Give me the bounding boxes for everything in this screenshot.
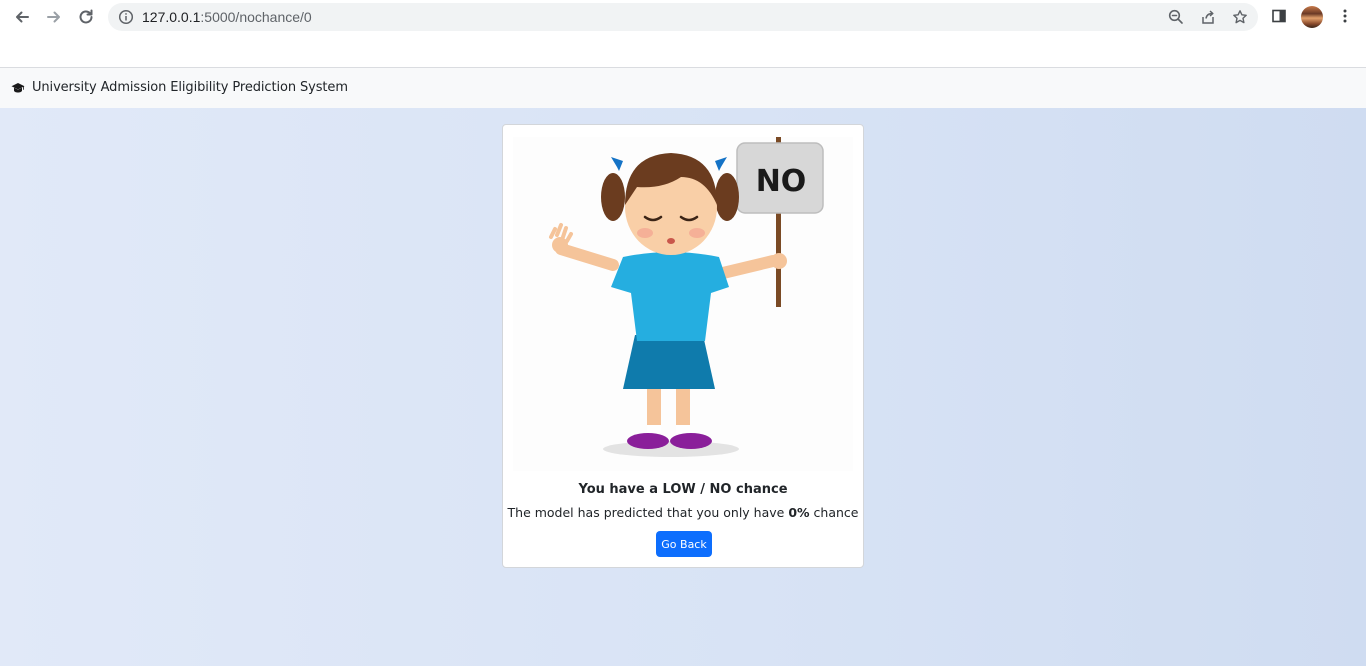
result-description: The model has predicted that you only ha… xyxy=(503,505,863,520)
url-path: :5000/nochance/0 xyxy=(200,9,312,25)
navbar-brand[interactable]: University Admission Eligibility Predict… xyxy=(32,80,348,95)
app-navbar: University Admission Eligibility Predict… xyxy=(0,68,1366,108)
result-text-after: chance xyxy=(809,505,859,520)
sad-girl-no-sign-illustration: NO xyxy=(513,137,853,471)
graduation-cap-icon xyxy=(11,81,25,95)
profile-avatar[interactable] xyxy=(1301,6,1323,28)
back-icon[interactable] xyxy=(10,5,34,29)
star-icon[interactable] xyxy=(1231,8,1249,26)
share-icon[interactable] xyxy=(1199,8,1217,26)
result-percent: 0% xyxy=(788,505,810,520)
result-title: You have a LOW / NO chance xyxy=(578,482,788,497)
side-panel-icon[interactable] xyxy=(1268,5,1290,27)
zoom-icon[interactable] xyxy=(1167,8,1185,26)
result-card: NO You have a LOW / NO chance The model … xyxy=(502,124,864,568)
browser-toolbar: 127.0.0.1:5000/nochance/0 xyxy=(0,0,1366,68)
url-text[interactable]: 127.0.0.1:5000/nochance/0 xyxy=(142,9,312,25)
sign-text: NO xyxy=(756,164,807,199)
info-icon[interactable] xyxy=(118,9,134,30)
reload-icon[interactable] xyxy=(74,5,98,29)
kebab-menu-icon[interactable] xyxy=(1334,5,1356,27)
forward-icon[interactable] xyxy=(42,5,66,29)
url-host: 127.0.0.1 xyxy=(142,9,201,25)
result-text-before: The model has predicted that you only ha… xyxy=(507,505,789,520)
address-bar[interactable]: 127.0.0.1:5000/nochance/0 xyxy=(108,3,1258,31)
go-back-button[interactable]: Go Back xyxy=(656,531,712,557)
page-body: NO You have a LOW / NO chance The model … xyxy=(0,108,1366,666)
